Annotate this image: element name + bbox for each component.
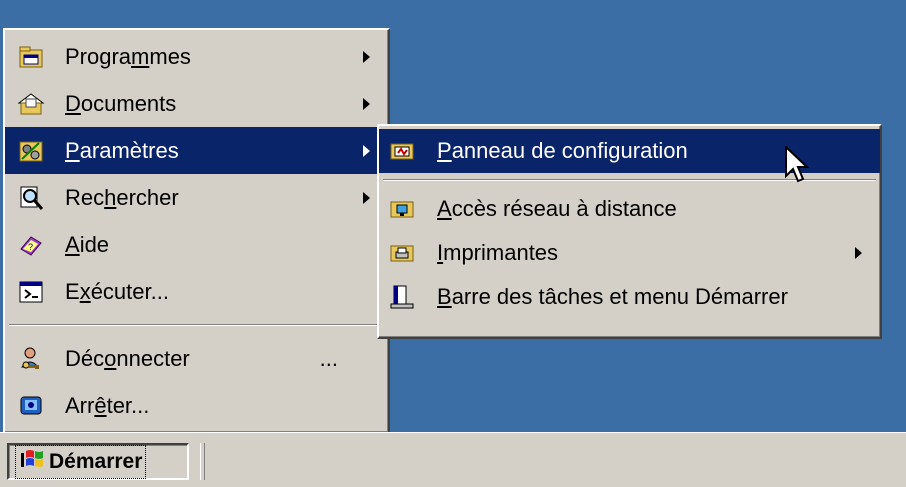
menu-label: Rec [65, 184, 105, 210]
menu-item-settings[interactable]: Paramètres [5, 127, 388, 174]
menu-label: ercher [116, 184, 179, 210]
menu-label: ccès réseau à distance [451, 196, 677, 221]
menu-label: aramètres [79, 137, 179, 163]
menu-label-accel: h [104, 184, 117, 210]
svg-text:?: ? [28, 242, 33, 252]
dialup-network-icon [389, 196, 415, 222]
windows-logo-icon [19, 447, 45, 477]
menu-label-accel: A [65, 231, 80, 257]
submenu-item-dialup[interactable]: Accès réseau à distance [379, 187, 880, 231]
menu-item-documents[interactable]: Documents [5, 80, 388, 127]
menu-label-accel: B [437, 284, 452, 309]
menu-label-accel: o [104, 345, 117, 371]
menu-label: E [65, 278, 80, 304]
taskbar-grip[interactable] [200, 443, 205, 480]
run-icon [17, 278, 45, 306]
menu-label-accel: m [131, 43, 150, 69]
search-icon [17, 184, 45, 212]
menu-label-accel: P [437, 138, 452, 163]
start-button[interactable]: Démarrer [7, 443, 189, 480]
menu-label-accel: P [65, 137, 80, 163]
help-book-icon: ? [17, 231, 45, 259]
menu-label: ocuments [80, 90, 177, 116]
control-panel-icon [389, 138, 415, 164]
documents-folder-icon [17, 90, 45, 118]
menu-item-extra: ... [319, 345, 338, 371]
settings-icon [17, 137, 45, 165]
submenu-arrow-icon [363, 191, 370, 204]
submenu-item-printers[interactable]: Imprimantes [379, 231, 880, 275]
menu-label: arre des tâches et menu Démarrer [451, 284, 788, 309]
menu-separator [9, 324, 384, 326]
printers-icon [389, 240, 415, 266]
menu-label-accel: ê [94, 392, 107, 418]
menu-item-search[interactable]: Rechercher [5, 174, 388, 221]
logoff-key-icon [17, 345, 45, 373]
menu-item-logoff[interactable]: Déconnecter ... [5, 335, 388, 382]
shutdown-icon [17, 392, 45, 420]
menu-label: ide [79, 231, 110, 257]
menu-item-programs[interactable]: Programmes [5, 33, 388, 80]
menu-item-run[interactable]: Exécuter... [5, 268, 388, 315]
menu-label: anneau de configuration [451, 138, 688, 163]
submenu-arrow-icon [363, 97, 370, 110]
submenu-item-taskbar[interactable]: Barre des tâches et menu Démarrer [379, 275, 880, 319]
menu-label: Progra [65, 43, 132, 69]
menu-label: Déc [65, 345, 105, 371]
submenu-arrow-icon [363, 144, 370, 157]
menu-item-shutdown[interactable]: Arrêter... [5, 382, 388, 429]
menu-label: nnecter [116, 345, 190, 371]
start-menu: Programmes Documents Paramètres Recherch… [3, 28, 390, 434]
submenu-arrow-icon [855, 247, 862, 259]
start-button-label: Démarrer [49, 449, 143, 473]
menu-label-accel: A [437, 196, 452, 221]
menu-label: écuter... [90, 278, 169, 304]
menu-label: mes [149, 43, 191, 69]
menu-label-accel: D [65, 90, 81, 116]
programs-folder-icon [17, 43, 45, 71]
menu-label: Arr [65, 392, 95, 418]
start-button-focus: Démarrer [15, 444, 147, 479]
submenu-arrow-icon [363, 50, 370, 63]
taskbar: Démarrer [0, 432, 906, 487]
taskbar-icon [389, 284, 415, 310]
menu-label-accel: x [79, 278, 91, 304]
menu-label: ter... [106, 392, 150, 418]
menu-item-help[interactable]: ? Aide [5, 221, 388, 268]
mouse-cursor-icon [785, 144, 811, 192]
menu-label: mprimantes [443, 240, 559, 265]
